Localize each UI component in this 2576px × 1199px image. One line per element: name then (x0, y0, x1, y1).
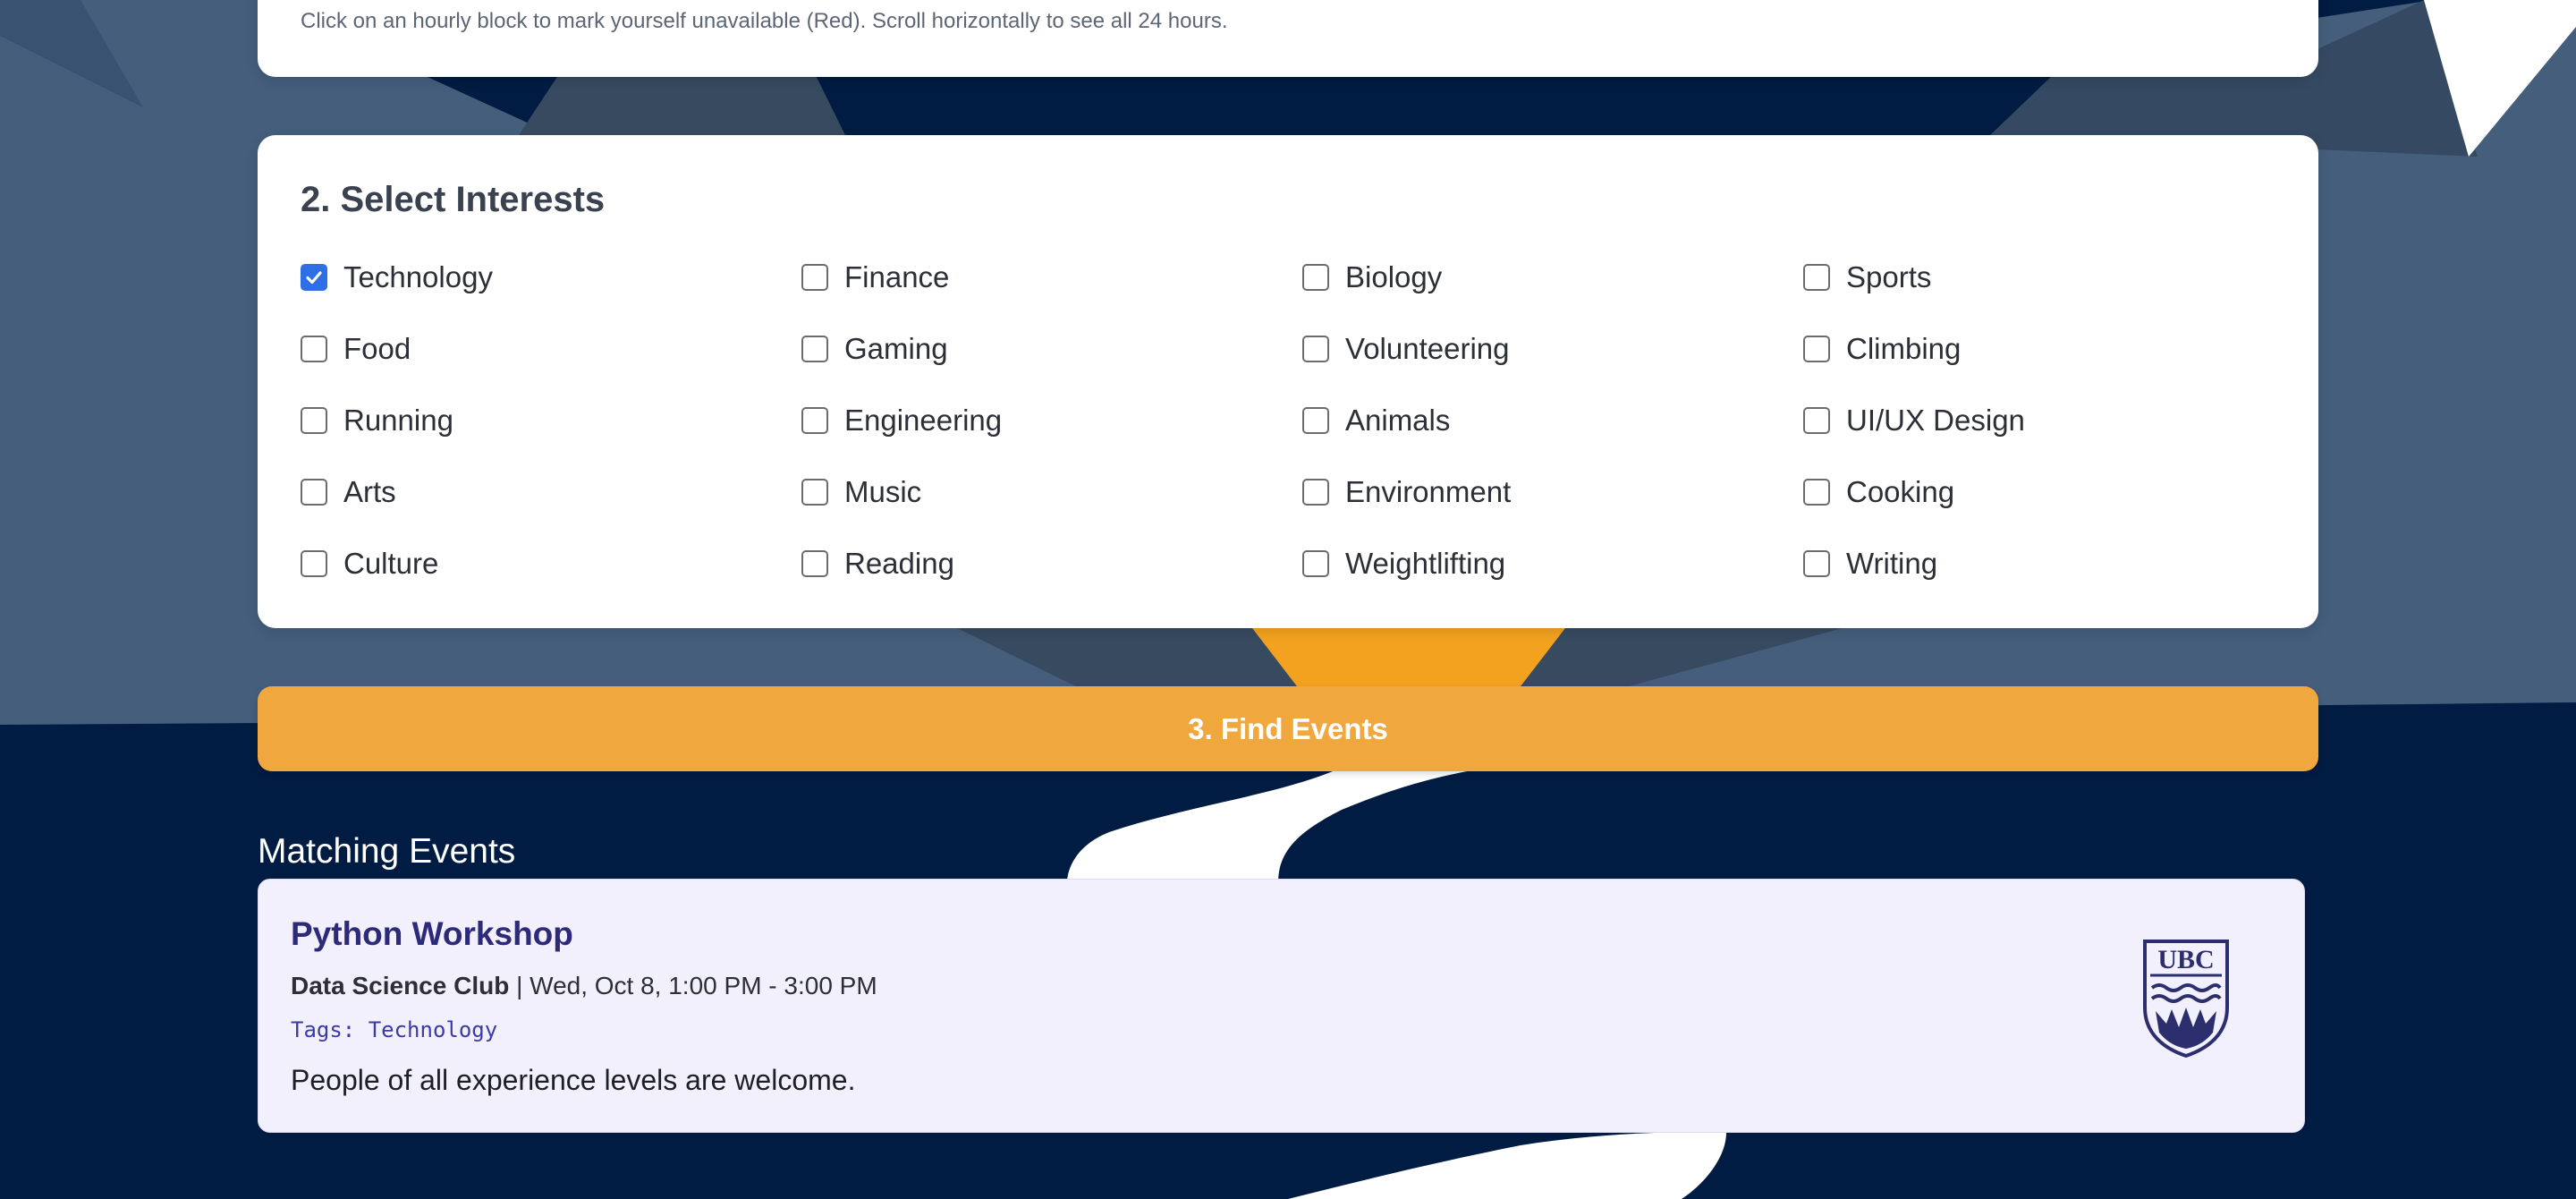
interest-checkbox[interactable] (1803, 479, 1830, 506)
interests-card: 2. Select Interests Technology Finance Bio… (258, 135, 2318, 628)
interest-checkbox[interactable] (801, 264, 828, 291)
interest-checkbox[interactable] (301, 550, 327, 577)
interest-label: Sports (1846, 260, 1932, 293)
interest-checkbox[interactable] (1302, 479, 1329, 506)
interest-option-biology[interactable]: Biology (1302, 259, 1442, 295)
interests-section-title: 2. Select Interests (301, 180, 606, 219)
interest-label: Animals (1345, 404, 1451, 437)
interest-label: Reading (844, 547, 954, 580)
interest-label: Gaming (844, 332, 948, 365)
interest-label: Engineering (844, 404, 1003, 437)
interest-label: Arts (343, 475, 396, 508)
interest-option-sports[interactable]: Sports (1803, 259, 1931, 295)
interest-label: Climbing (1846, 332, 1962, 365)
interest-option-writing[interactable]: Writing (1803, 546, 1937, 582)
interest-checkbox[interactable] (801, 407, 828, 434)
checkmark-icon (306, 271, 322, 285)
interest-checkbox[interactable] (1302, 550, 1329, 577)
interest-checkbox[interactable] (301, 407, 327, 434)
interest-option-gaming[interactable]: Gaming (801, 331, 948, 367)
interest-checkbox[interactable] (301, 336, 327, 362)
interest-checkbox[interactable] (301, 479, 327, 506)
interest-label: Environment (1345, 475, 1512, 508)
interest-checkbox[interactable] (1302, 336, 1329, 362)
ubc-crest-icon: UBC (2143, 940, 2229, 1059)
interest-option-finance[interactable]: Finance (801, 259, 949, 295)
interest-checkbox[interactable] (801, 479, 828, 506)
interest-checkbox[interactable] (1803, 407, 1830, 434)
interest-label: Finance (844, 260, 950, 293)
interest-option-running[interactable]: Running (301, 403, 453, 438)
interest-option-reading[interactable]: Reading (801, 546, 954, 582)
interest-label: UI/UX Design (1846, 404, 2025, 437)
event-tags: Tags: Technology (291, 1017, 498, 1042)
interest-label: Cooking (1846, 475, 1955, 508)
interest-option-volunteering[interactable]: Volunteering (1302, 331, 1509, 367)
find-events-button[interactable]: 3. Find Events (258, 686, 2318, 771)
interest-label: Technology (343, 260, 493, 293)
event-card[interactable]: Python Workshop Data Science Club | Wed,… (258, 879, 2305, 1133)
interest-option-arts[interactable]: Arts (301, 474, 396, 510)
interest-label: Biology (1345, 260, 1443, 293)
event-title[interactable]: Python Workshop (291, 915, 573, 953)
schedule-hint-text: Click on an hourly block to mark yoursel… (301, 9, 1228, 33)
interest-checkbox[interactable] (801, 550, 828, 577)
interest-label: Volunteering (1345, 332, 1510, 365)
interest-option-animals[interactable]: Animals (1302, 403, 1450, 438)
interest-option-weightlifting[interactable]: Weightlifting (1302, 546, 1505, 582)
event-description: People of all experience levels are welc… (291, 1064, 856, 1096)
interest-option-ui-ux-design[interactable]: UI/UX Design (1803, 403, 2025, 438)
schedule-card: Click on an hourly block to mark yoursel… (258, 0, 2318, 77)
interest-checkbox[interactable] (1302, 407, 1329, 434)
interest-option-culture[interactable]: Culture (301, 546, 438, 582)
interest-label: Culture (343, 547, 439, 580)
interest-label: Writing (1846, 547, 1938, 580)
interest-checkbox[interactable] (301, 264, 327, 291)
interest-checkbox[interactable] (1302, 264, 1329, 291)
ubc-logo-text: UBC (2157, 945, 2214, 974)
interest-checkbox[interactable] (1803, 264, 1830, 291)
event-club-name: Data Science Club (291, 972, 510, 999)
interest-label: Music (844, 475, 922, 508)
interest-option-engineering[interactable]: Engineering (801, 403, 1002, 438)
interest-option-food[interactable]: Food (301, 331, 411, 367)
interest-label: Running (343, 404, 453, 437)
interest-option-cooking[interactable]: Cooking (1803, 474, 1954, 510)
event-meta: Data Science Club | Wed, Oct 8, 1:00 PM … (291, 972, 877, 1000)
event-datetime: | Wed, Oct 8, 1:00 PM - 3:00 PM (509, 972, 877, 999)
interest-option-environment[interactable]: Environment (1302, 474, 1511, 510)
interest-label: Food (343, 332, 411, 365)
matching-events-title: Matching Events (258, 832, 516, 871)
interest-checkbox[interactable] (801, 336, 828, 362)
interest-label: Weightlifting (1345, 547, 1506, 580)
interest-checkbox[interactable] (1803, 550, 1830, 577)
interest-option-technology[interactable]: Technology (301, 259, 493, 295)
interest-checkbox[interactable] (1803, 336, 1830, 362)
interest-option-music[interactable]: Music (801, 474, 921, 510)
interest-option-climbing[interactable]: Climbing (1803, 331, 1961, 367)
